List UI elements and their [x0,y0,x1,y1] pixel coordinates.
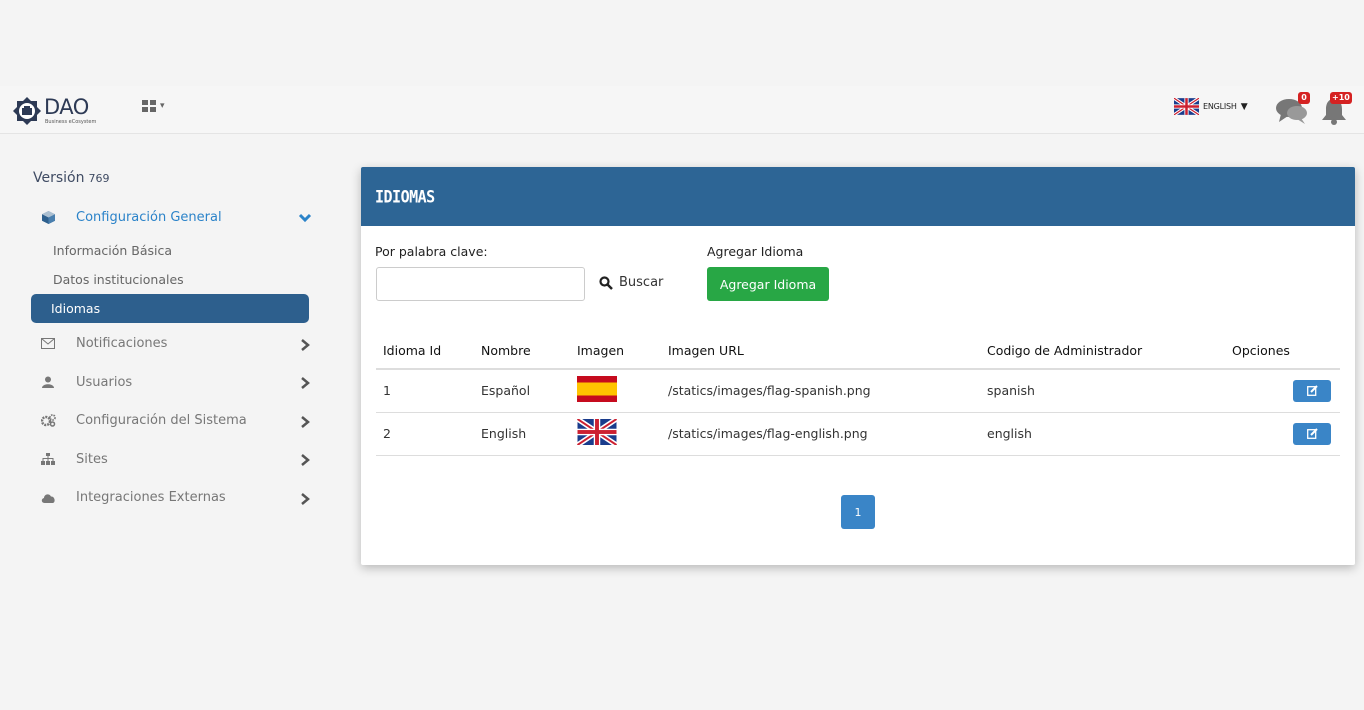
table-row: 1 Español /statics/images/flag-spanish.p… [376,369,1340,413]
cell-image [570,369,661,413]
column-header[interactable]: Nombre [474,333,570,370]
uk-flag-icon [1174,98,1199,115]
languages-table: Idioma Id Nombre Imagen Imagen URL Codig… [376,333,1340,456]
cell-options [1225,369,1340,413]
sidebar-item-label: Integraciones Externas [76,490,226,506]
sidebar-item-label: Configuración del Sistema [76,413,247,429]
sidebar-subitem-informacion-basica[interactable]: Información Básica [28,237,318,266]
sidebar-subitem-datos-institucionales[interactable]: Datos institucionales [28,265,318,294]
chevron-right-icon [301,338,310,351]
logo-tagline: Business eCosystem [45,119,97,125]
cell-id: 2 [376,412,474,456]
column-header[interactable]: Codigo de Administrador [980,333,1225,370]
top-bar: DAO Business eCosystem ▾ ENGLISH ▼ 0 +10 [0,86,1364,134]
cell-image-url: /statics/images/flag-spanish.png [661,369,980,413]
keyword-search-input[interactable] [376,267,585,301]
add-language-label: Agregar Idioma [707,244,804,259]
cell-name: Español [474,369,570,413]
sidebar-item-notificaciones[interactable]: Notificaciones [28,325,318,364]
cell-options [1225,412,1340,456]
cell-id: 1 [376,369,474,413]
page-title: IDIOMAS [375,186,435,207]
search-button-label: Buscar [619,275,664,290]
version-number: 769 [88,172,110,185]
sidebar-item-configuracion-sistema[interactable]: Configuración del Sistema [28,402,318,441]
sidebar-item-sites[interactable]: Sites [28,440,318,479]
sidebar-item-integraciones-externas[interactable]: Integraciones Externas [28,479,318,518]
cell-admin-code: spanish [980,369,1225,413]
panel-header: IDIOMAS [361,167,1355,226]
logo-icon [13,97,41,125]
notification-count-badge: +10 [1330,92,1352,104]
version-label: Versión 769 [33,170,318,198]
sidebar-item-usuarios[interactable]: Usuarios [28,363,318,402]
chevron-right-icon [301,377,310,389]
sidebar: Versión 769 Configuración General Inform… [28,170,318,517]
apps-menu-button[interactable]: ▾ [142,100,165,112]
column-header: Opciones [1225,333,1340,370]
edit-button[interactable] [1293,379,1331,402]
table-row: 2 English /statics/images/flag-english.p… [376,412,1340,456]
grid-icon [142,100,156,112]
chevron-right-icon [301,454,310,466]
spain-flag-icon [577,376,617,403]
cell-image-url: /statics/images/flag-english.png [661,412,980,456]
cell-image [570,412,661,456]
pagination-page-button[interactable]: 1 [841,495,875,529]
uk-flag-icon [576,416,618,448]
cell-admin-code: english [980,412,1225,456]
chevron-right-icon [301,415,310,428]
search-button[interactable]: Buscar [599,275,663,290]
chat-count-badge: 0 [1298,92,1310,104]
language-label: ENGLISH [1203,102,1237,111]
sidebar-item-label: Usuarios [76,374,133,390]
language-selector[interactable]: ENGLISH ▼ [1174,98,1248,115]
search-icon [599,275,613,290]
logo[interactable]: DAO Business eCosystem [12,96,104,126]
table-header-row: Idioma Id Nombre Imagen Imagen URL Codig… [376,333,1340,370]
cloud-icon [40,490,56,506]
column-header[interactable]: Idioma Id [376,333,474,370]
add-language-button[interactable]: Agregar Idioma [707,267,829,301]
edit-button[interactable] [1293,422,1331,445]
sidebar-item-configuracion-general[interactable]: Configuración General [28,198,318,237]
chat-button[interactable]: 0 [1275,92,1311,124]
sitemap-icon [40,451,56,467]
column-header[interactable]: Imagen [570,333,661,370]
envelope-icon [40,336,56,352]
keyword-label: Por palabra clave: [375,244,488,259]
user-icon [40,374,56,390]
caret-down-icon: ▾ [160,101,165,111]
sidebar-item-label: Sites [76,451,108,467]
edit-icon [1306,385,1318,397]
gears-icon [40,413,56,429]
sidebar-item-label: Configuración General [76,209,222,225]
chevron-down-icon [298,213,312,223]
cell-name: English [474,412,570,456]
edit-icon [1306,428,1318,439]
languages-panel: IDIOMAS Por palabra clave: Agregar Idiom… [361,167,1355,565]
notifications-button[interactable]: +10 [1320,92,1354,125]
cube-icon [40,209,56,225]
sidebar-item-label: Notificaciones [76,336,168,352]
logo-text: DAO [44,95,89,119]
column-header[interactable]: Imagen URL [661,333,980,370]
sidebar-subitem-idiomas[interactable]: Idiomas [31,293,309,323]
caret-down-icon: ▼ [1240,101,1248,112]
version-text: Versión [33,170,85,186]
chevron-right-icon [301,492,310,505]
